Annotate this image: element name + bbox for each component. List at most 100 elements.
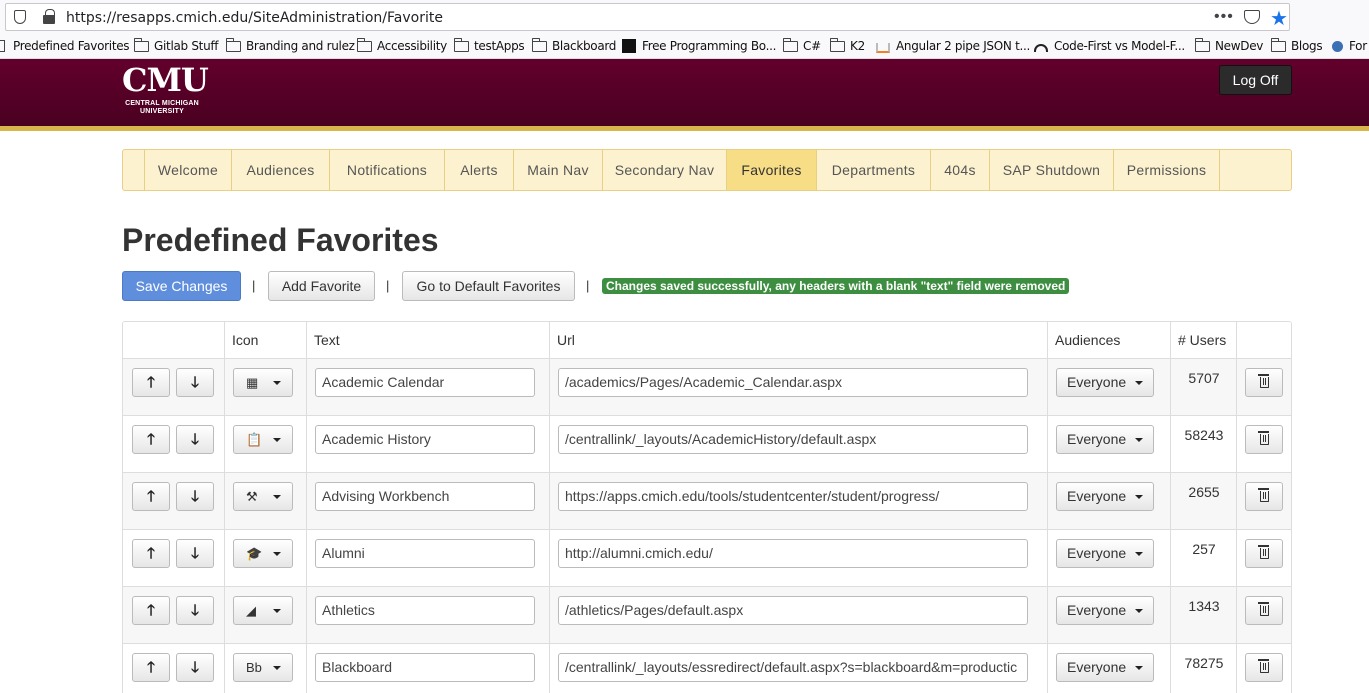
favorite-text-input[interactable]: Academic Calendar: [315, 368, 535, 397]
favorite-text-input[interactable]: Athletics: [315, 596, 535, 625]
tracking-shield-icon[interactable]: [14, 10, 26, 24]
tab-secondary-nav[interactable]: Secondary Nav: [603, 150, 727, 190]
icon-picker-dropdown[interactable]: ◢: [233, 596, 293, 625]
audience-label: Everyone: [1067, 545, 1127, 561]
audience-dropdown[interactable]: Everyone: [1056, 482, 1154, 511]
bookmark-item[interactable]: C#: [783, 37, 821, 53]
favorite-url-input[interactable]: https://apps.cmich.edu/tools/studentcent…: [558, 482, 1028, 511]
tab-alerts[interactable]: Alerts: [445, 150, 514, 190]
tab-audiences[interactable]: Audiences: [232, 150, 330, 190]
folder-icon: [454, 37, 469, 52]
folder-icon: [357, 37, 372, 52]
caret-down-icon: [273, 381, 281, 385]
trash-icon: [1258, 545, 1269, 559]
bookmark-item[interactable]: Blackboard: [532, 37, 616, 53]
favorite-text-input[interactable]: Blackboard: [315, 653, 535, 682]
favorite-text-input[interactable]: Academic History: [315, 425, 535, 454]
icon-picker-dropdown[interactable]: Bb: [233, 653, 293, 682]
favorite-url-input[interactable]: http://alumni.cmich.edu/: [558, 539, 1028, 568]
bookmark-star-icon[interactable]: ★: [1270, 6, 1288, 31]
icon-picker-dropdown[interactable]: ▦: [233, 368, 293, 397]
audience-dropdown[interactable]: Everyone: [1056, 368, 1154, 397]
bookmark-item[interactable]: Free Programming Bo...: [622, 39, 776, 53]
nav-spacer: [123, 150, 145, 190]
bookmark-item[interactable]: Accessibility: [357, 37, 447, 53]
move-down-button[interactable]: 🡓: [176, 368, 214, 397]
audience-dropdown[interactable]: Everyone: [1056, 539, 1154, 568]
tab-permissions[interactable]: Permissions: [1114, 150, 1220, 190]
caret-down-icon: [1135, 609, 1143, 613]
bookmark-item[interactable]: For: [1332, 39, 1367, 53]
move-up-button[interactable]: 🡑: [132, 653, 170, 682]
bookmark-item[interactable]: testApps: [454, 37, 525, 53]
bookmark-item[interactable]: Code-First vs Model-F...: [1034, 39, 1185, 53]
bookmark-item[interactable]: Predefined Favorites: [0, 39, 130, 53]
bookmark-label: Code-First vs Model-F...: [1054, 39, 1185, 53]
favorite-text-input[interactable]: Alumni: [315, 539, 535, 568]
cmu-logo[interactable]: CMU: [122, 64, 209, 96]
log-off-button[interactable]: Log Off: [1219, 65, 1292, 95]
move-down-button[interactable]: 🡓: [176, 425, 214, 454]
audience-dropdown[interactable]: Everyone: [1056, 653, 1154, 682]
tab-welcome[interactable]: Welcome: [145, 150, 232, 190]
delete-button[interactable]: [1245, 368, 1283, 397]
delete-button[interactable]: [1245, 425, 1283, 454]
page-actions-icon[interactable]: •••: [1214, 8, 1234, 26]
pocket-icon[interactable]: [1244, 10, 1260, 24]
favorite-url-input[interactable]: /athletics/Pages/default.aspx: [558, 596, 1028, 625]
address-bar[interactable]: https://resapps.cmich.edu/SiteAdministra…: [5, 3, 1290, 31]
favorite-url-input[interactable]: /centrallink/_layouts/AcademicHistory/de…: [558, 425, 1028, 454]
move-down-button[interactable]: 🡓: [176, 539, 214, 568]
bookmark-item[interactable]: Branding and rulez: [226, 37, 355, 53]
site-icon: [1034, 44, 1048, 52]
logo-subtitle-line: CENTRAL MICHIGAN: [125, 100, 199, 107]
delete-button[interactable]: [1245, 653, 1283, 682]
tab-favorites[interactable]: Favorites: [727, 150, 817, 190]
bookmark-item[interactable]: NewDev: [1195, 37, 1263, 53]
tab-sap-shutdown[interactable]: SAP Shutdown: [990, 150, 1114, 190]
bookmark-item[interactable]: Blogs: [1271, 37, 1323, 53]
site-icon: [1332, 40, 1343, 52]
bookmark-item[interactable]: Gitlab Stuff: [134, 37, 219, 53]
caret-down-icon: [273, 495, 281, 499]
site-icon: [622, 39, 636, 53]
header-icon: Icon: [232, 332, 259, 348]
move-up-button[interactable]: 🡑: [132, 368, 170, 397]
add-favorite-button[interactable]: Add Favorite: [268, 271, 375, 301]
delete-button[interactable]: [1245, 539, 1283, 568]
save-changes-button[interactable]: Save Changes: [122, 271, 241, 301]
move-up-button[interactable]: 🡑: [132, 596, 170, 625]
bookmark-label: Predefined Favorites: [13, 39, 130, 53]
folder-icon: [134, 37, 149, 52]
audience-dropdown[interactable]: Everyone: [1056, 596, 1154, 625]
delete-button[interactable]: [1245, 596, 1283, 625]
folder-icon: [532, 37, 547, 52]
favorite-url-input[interactable]: /academics/Pages/Academic_Calendar.aspx: [558, 368, 1028, 397]
tab-404s[interactable]: 404s: [931, 150, 990, 190]
delete-button[interactable]: [1245, 482, 1283, 511]
tab-departments[interactable]: Departments: [817, 150, 931, 190]
default-favorites-button[interactable]: Go to Default Favorites: [402, 271, 575, 301]
icon-picker-dropdown[interactable]: 📋: [233, 425, 293, 454]
favorite-text-input[interactable]: Advising Workbench: [315, 482, 535, 511]
bookmark-item[interactable]: Angular 2 pipe JSON t...: [876, 39, 1030, 53]
column-divider: [224, 587, 225, 643]
tab-notifications[interactable]: Notifications: [330, 150, 445, 190]
move-down-button[interactable]: 🡓: [176, 653, 214, 682]
move-down-button[interactable]: 🡓: [176, 596, 214, 625]
lock-icon[interactable]: [43, 9, 55, 24]
audience-dropdown[interactable]: Everyone: [1056, 425, 1154, 454]
move-down-button[interactable]: 🡓: [176, 482, 214, 511]
icon-picker-dropdown[interactable]: ⚒: [233, 482, 293, 511]
tab-main-nav[interactable]: Main Nav: [514, 150, 603, 190]
move-up-button[interactable]: 🡑: [132, 425, 170, 454]
url-text[interactable]: https://resapps.cmich.edu/SiteAdministra…: [66, 10, 443, 26]
move-up-button[interactable]: 🡑: [132, 482, 170, 511]
move-up-button[interactable]: 🡑: [132, 539, 170, 568]
icon-picker-dropdown[interactable]: 🎓: [233, 539, 293, 568]
table-body: 🡑 🡓 ▦ Academic Calendar/academics/Pages/Aca…: [123, 359, 1291, 693]
bookmark-item[interactable]: K2: [830, 37, 865, 53]
trash-icon: [1258, 431, 1269, 445]
favorite-url-input[interactable]: /centrallink/_layouts/essredirect/defaul…: [558, 653, 1028, 682]
user-count: 5707: [1188, 370, 1220, 386]
